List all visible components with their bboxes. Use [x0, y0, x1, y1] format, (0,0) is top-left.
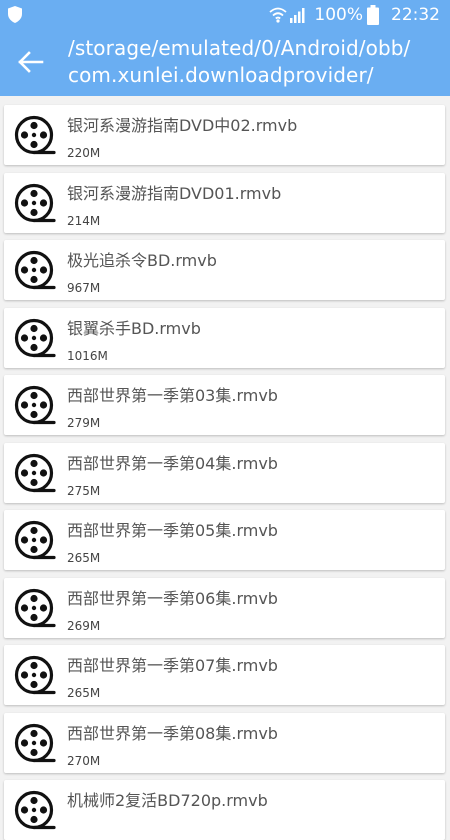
film-reel-icon — [14, 183, 56, 222]
film-reel-icon — [14, 385, 56, 425]
film-reel-icon — [14, 318, 56, 357]
shield-icon — [8, 6, 22, 23]
file-list-item[interactable]: 银河系漫游指南DVD中02.rmvb 220M — [4, 105, 445, 165]
file-name: 银河系漫游指南DVD01.rmvb — [67, 183, 282, 203]
clock: 22:32 — [391, 5, 440, 25]
status-bar: 100% 22:32 — [0, 0, 450, 30]
film-reel-icon — [14, 723, 56, 762]
film-reel-icon — [14, 655, 56, 695]
file-name: 西部世界第一季第04集.rmvb — [67, 453, 278, 473]
file-size: 279M — [67, 416, 101, 430]
folder-path-title: /storage/emulated/0/Android/obb/ com.xun… — [68, 36, 411, 87]
file-name: 机械师2复活BD720p.rmvb — [67, 791, 268, 810]
file-name: 银河系漫游指南DVD中02.rmvb — [67, 116, 298, 135]
file-size: 967M — [67, 281, 101, 295]
file-name: 银翼杀手BD.rmvb — [67, 318, 201, 338]
signal-icon — [290, 8, 305, 23]
file-size: 1016M — [67, 348, 108, 363]
file-list-item[interactable]: 西部世界第一季第04集.rmvb 275M — [4, 442, 445, 503]
file-list-item[interactable]: 西部世界第一季第08集.rmvb 270M — [4, 712, 445, 773]
film-reel-icon — [14, 250, 56, 290]
file-name: 极光追杀令BD.rmvb — [67, 251, 217, 270]
file-size: 275M — [67, 483, 101, 498]
file-list-item[interactable]: 机械师2复活BD720p.rmvb — [4, 780, 445, 840]
battery-percent: 100% — [314, 5, 363, 25]
file-size: 270M — [67, 753, 101, 768]
file-size: 220M — [67, 146, 101, 160]
file-list-item[interactable]: 西部世界第一季第06集.rmvb 269M — [4, 577, 445, 638]
file-name: 西部世界第一季第06集.rmvb — [67, 588, 278, 608]
file-name: 西部世界第一季第03集.rmvb — [67, 386, 278, 405]
app-bar: /storage/emulated/0/Android/obb/ com.xun… — [0, 30, 450, 96]
wifi-icon — [269, 7, 287, 23]
file-name: 西部世界第一季第08集.rmvb — [67, 723, 278, 743]
film-reel-icon — [14, 588, 56, 627]
file-list-item[interactable]: 银河系漫游指南DVD01.rmvb 214M — [4, 172, 445, 233]
file-name: 西部世界第一季第07集.rmvb — [67, 656, 278, 675]
battery-icon — [367, 5, 379, 25]
back-button[interactable] — [12, 44, 48, 80]
file-size: 214M — [67, 213, 101, 228]
file-name: 西部世界第一季第05集.rmvb — [67, 521, 278, 540]
file-size: 269M — [67, 618, 101, 633]
film-reel-icon — [14, 790, 56, 830]
film-reel-icon — [14, 520, 56, 560]
film-reel-icon — [14, 115, 56, 155]
arrow-left-icon — [18, 51, 44, 73]
file-list-item[interactable]: 西部世界第一季第05集.rmvb 265M — [4, 510, 445, 570]
file-list-item[interactable]: 西部世界第一季第03集.rmvb 279M — [4, 375, 445, 435]
file-size: 265M — [67, 686, 101, 700]
file-size: 265M — [67, 551, 101, 565]
file-list-item[interactable]: 西部世界第一季第07集.rmvb 265M — [4, 645, 445, 705]
file-list-item[interactable]: 极光追杀令BD.rmvb 967M — [4, 240, 445, 300]
file-list-item[interactable]: 银翼杀手BD.rmvb 1016M — [4, 307, 445, 368]
film-reel-icon — [14, 453, 56, 492]
